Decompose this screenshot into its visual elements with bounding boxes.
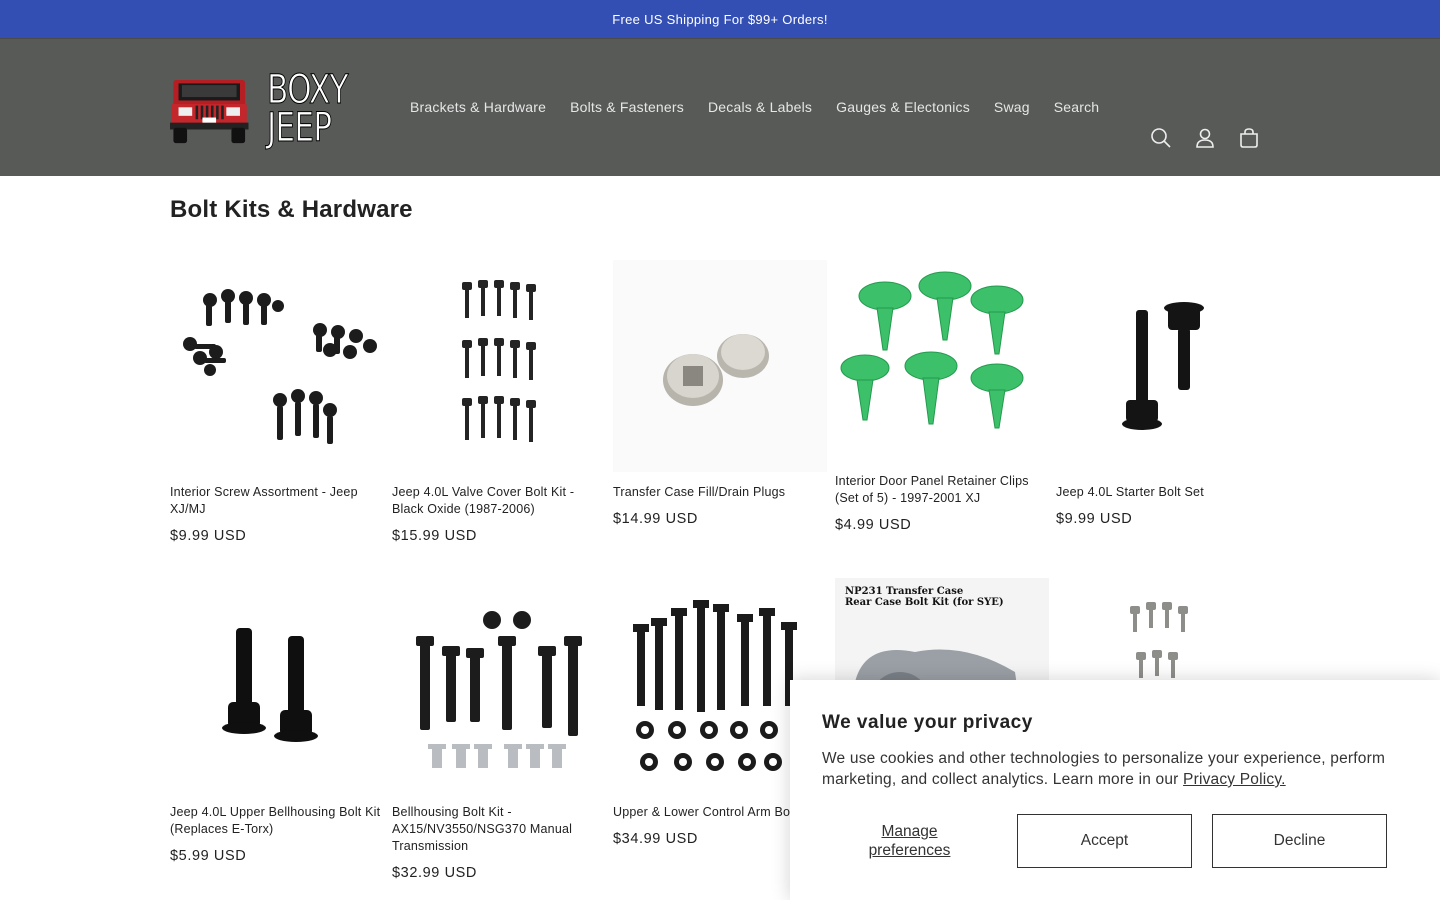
product-card[interactable]: Jeep 4.0L Valve Cover Bolt Kit - Black O… (392, 260, 606, 544)
product-title[interactable]: Transfer Case Fill/Drain Plugs (613, 484, 827, 501)
product-price: $5.99 USD (170, 848, 247, 864)
product-image[interactable] (613, 260, 827, 472)
product-price: $9.99 USD (1056, 511, 1133, 527)
cart-icon[interactable] (1234, 123, 1264, 153)
nav-search[interactable]: Search (1042, 95, 1112, 119)
drain-plugs-icon (613, 260, 827, 472)
logo-line-2: JEEP (266, 105, 332, 151)
image-label-line-1: NP231 Transfer Case (845, 586, 964, 597)
product-card[interactable]: Jeep 4.0L Upper Bellhousing Bolt Kit (Re… (170, 580, 384, 864)
nav-gauges-electronics[interactable]: Gauges & Electonics (824, 95, 982, 119)
nav-decals-labels[interactable]: Decals & Labels (696, 95, 824, 119)
bellhousing-bolts-icon (222, 628, 318, 742)
product-image[interactable] (1056, 260, 1270, 472)
product-image[interactable] (392, 260, 606, 472)
product-price: $32.99 USD (392, 865, 477, 881)
privacy-buttons: Manage preferences Accept Decline (822, 814, 1388, 868)
product-image[interactable] (170, 260, 384, 472)
manage-preferences-line-2: preferences (868, 842, 951, 859)
announcement-bar: Free US Shipping For $99+ Orders! (0, 0, 1440, 38)
product-card[interactable]: Interior Screw Assortment - Jeep XJ/MJ $… (170, 260, 384, 544)
screws-icon (183, 289, 377, 444)
starter-bolts-icon (1122, 302, 1204, 430)
search-icon[interactable] (1146, 123, 1176, 153)
privacy-body: We use cookies and other technologies to… (822, 748, 1408, 790)
bolts-icon (462, 280, 536, 442)
image-label-line-2: Rear Case Bolt Kit (for SYE) (845, 597, 1004, 608)
clips-icon (840, 271, 1024, 429)
privacy-body-text: We use cookies and other technologies to… (822, 750, 1386, 788)
product-image[interactable] (170, 580, 384, 792)
account-icon[interactable] (1190, 123, 1220, 153)
manage-preferences-button[interactable]: Manage preferences (822, 822, 997, 860)
logo-line-1: BOXY (266, 67, 348, 113)
announcement-text: Free US Shipping For $99+ Orders! (612, 11, 828, 27)
product-image[interactable] (392, 580, 606, 792)
product-price: $4.99 USD (835, 517, 912, 533)
product-card[interactable]: Bellhousing Bolt Kit - AX15/NV3550/NSG37… (392, 580, 606, 881)
nav-bolts-fasteners[interactable]: Bolts & Fasteners (558, 95, 696, 119)
product-title[interactable]: Bellhousing Bolt Kit - AX15/NV3550/NSG37… (392, 804, 606, 855)
product-price: $9.99 USD (170, 528, 247, 544)
header-icons (1146, 123, 1264, 153)
product-image[interactable] (835, 260, 1049, 461)
accept-button[interactable]: Accept (1017, 814, 1192, 868)
product-title[interactable]: Interior Door Panel Retainer Clips (Set … (835, 473, 1049, 507)
page-title: Bolt Kits & Hardware (170, 196, 413, 223)
privacy-title: We value your privacy (822, 712, 1033, 733)
product-price: $14.99 USD (613, 511, 698, 527)
privacy-policy-link[interactable]: Privacy Policy. (1183, 771, 1286, 788)
product-title[interactable]: Jeep 4.0L Upper Bellhousing Bolt Kit (Re… (170, 804, 384, 838)
product-title[interactable]: Jeep 4.0L Valve Cover Bolt Kit - Black O… (392, 484, 606, 518)
manage-preferences-line-1: Manage (881, 823, 938, 840)
privacy-banner: We value your privacy We use cookies and… (790, 680, 1440, 900)
decline-button[interactable]: Decline (1212, 814, 1387, 868)
site-logo[interactable]: BOXY JEEP (170, 67, 370, 151)
product-card[interactable]: Jeep 4.0L Starter Bolt Set $9.99 USD (1056, 260, 1270, 527)
nav-brackets-hardware[interactable]: Brackets & Hardware (398, 95, 558, 119)
logo-text: BOXY JEEP (266, 67, 348, 151)
jeep-logo-icon (170, 79, 249, 144)
site-header: BOXY JEEP Brackets & Hardware Bolts & Fa… (0, 38, 1440, 176)
main-nav: Brackets & Hardware Bolts & Fasteners De… (398, 95, 1111, 119)
product-card[interactable]: Interior Door Panel Retainer Clips (Set … (835, 260, 1049, 533)
trans-bolts-icon (416, 611, 582, 768)
nav-swag[interactable]: Swag (982, 95, 1042, 119)
product-card[interactable]: Transfer Case Fill/Drain Plugs $14.99 US… (613, 260, 827, 527)
product-title[interactable]: Jeep 4.0L Starter Bolt Set (1056, 484, 1270, 501)
product-title[interactable]: Interior Screw Assortment - Jeep XJ/MJ (170, 484, 384, 518)
product-price: $15.99 USD (392, 528, 477, 544)
